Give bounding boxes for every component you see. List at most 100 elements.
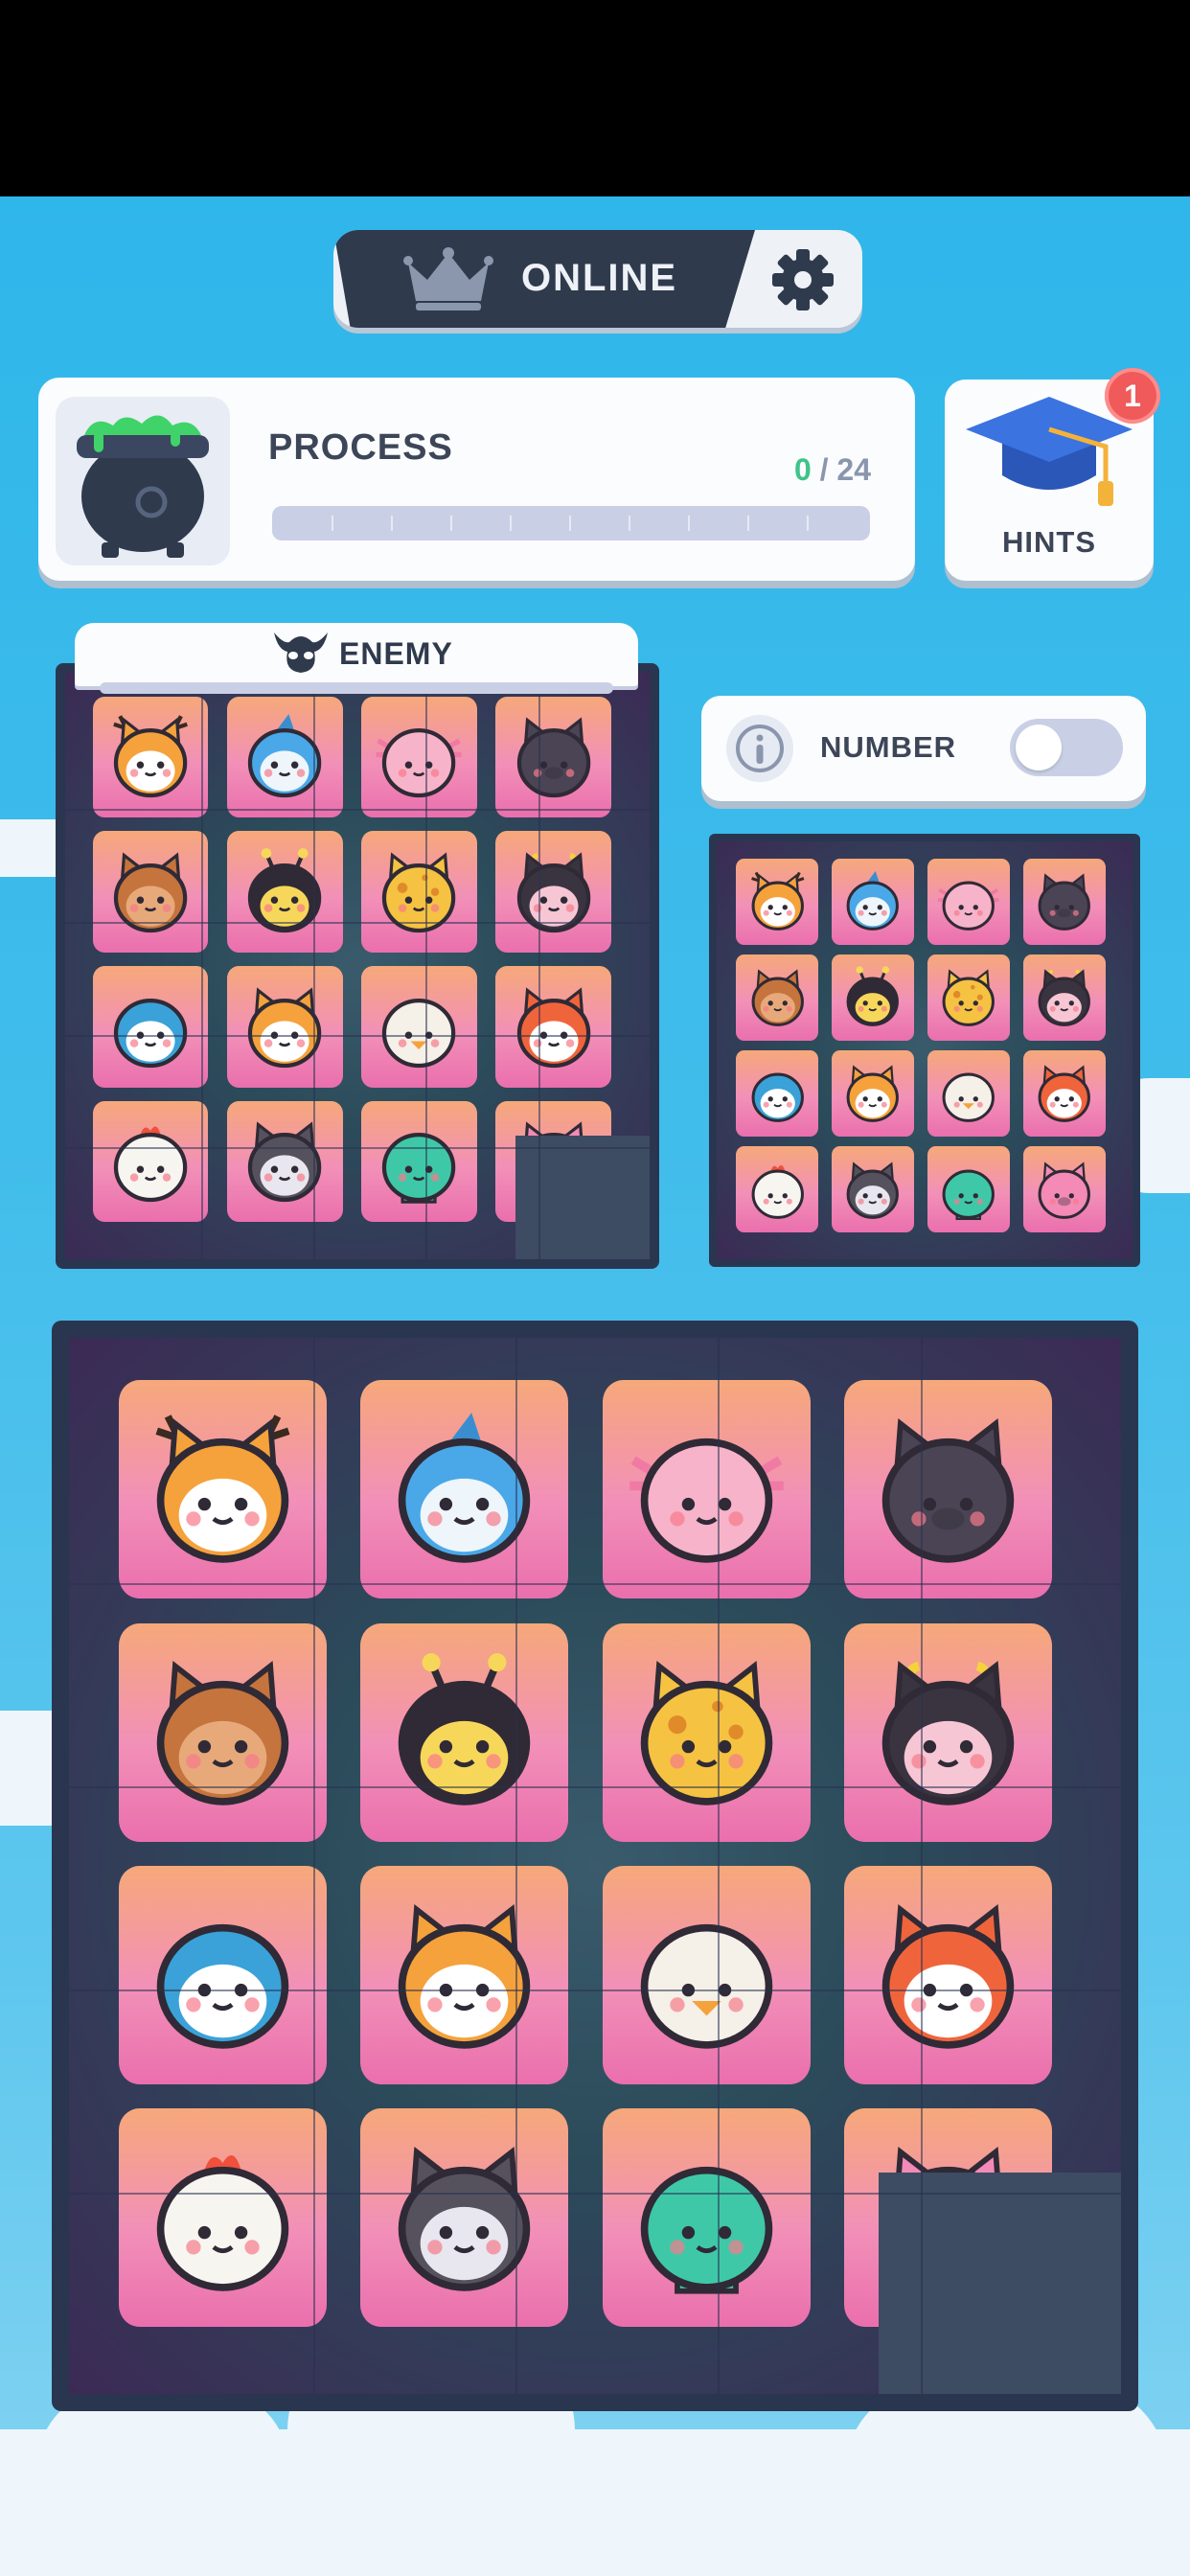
chick-icon — [932, 1055, 1005, 1131]
enemy-tile-bat-pig[interactable] — [495, 696, 612, 818]
chick-icon — [368, 974, 469, 1080]
bee-icon — [836, 959, 909, 1035]
grid-line — [69, 2192, 1121, 2195]
target-tile-cow[interactable] — [1022, 954, 1106, 1041]
progress-tick — [510, 516, 512, 531]
enemy-tile-fox[interactable] — [495, 966, 612, 1088]
crown-icon — [403, 247, 493, 310]
bear-icon — [742, 959, 814, 1035]
wolf-icon — [836, 1152, 909, 1228]
grid-line — [313, 1338, 316, 2394]
axolotl-icon — [615, 1393, 798, 1586]
enemy-tile-turtle[interactable] — [361, 1100, 477, 1223]
giraffe-icon — [932, 959, 1005, 1035]
demon-icon — [274, 632, 328, 673]
enemy-tile-cow[interactable] — [495, 831, 612, 953]
main-tile-wolf[interactable] — [360, 2108, 569, 2328]
main-tile-cow[interactable] — [843, 1622, 1053, 1842]
target-tile-bee[interactable] — [832, 954, 915, 1041]
bear-icon — [131, 1636, 314, 1828]
main-tile-deer[interactable] — [118, 1380, 327, 1599]
enemy-tile-shiba[interactable] — [226, 966, 343, 1088]
enemy-tile-wolf[interactable] — [226, 1100, 343, 1223]
toggle-knob — [1016, 724, 1062, 770]
enemy-tile-chicken[interactable] — [92, 1100, 209, 1223]
mode-label: ONLINE — [521, 257, 678, 299]
grid-line — [920, 1338, 923, 2394]
target-tile-chicken[interactable] — [736, 1146, 819, 1233]
main-tile-bee[interactable] — [360, 1622, 569, 1842]
main-tile-giraffe[interactable] — [602, 1622, 811, 1842]
enemy-tile-axolotl[interactable] — [361, 696, 477, 818]
enemy-tile-bear[interactable] — [92, 831, 209, 953]
target-tile-shark[interactable] — [832, 858, 915, 945]
target-tile-penguin[interactable] — [736, 1050, 819, 1138]
target-tile-deer[interactable] — [736, 858, 819, 945]
chicken-icon — [100, 1108, 201, 1214]
main-tile-shiba[interactable] — [360, 1866, 569, 2084]
target-tile-giraffe[interactable] — [927, 954, 1010, 1041]
turtle-icon — [615, 2122, 798, 2314]
deer-icon — [742, 863, 814, 939]
turtle-icon — [932, 1152, 1005, 1228]
main-tile-chick[interactable] — [602, 1866, 811, 2084]
main-tile-shark[interactable] — [360, 1380, 569, 1599]
main-tile-turtle[interactable] — [602, 2108, 811, 2328]
info-icon[interactable] — [726, 715, 793, 782]
shiba-icon — [234, 974, 335, 1080]
target-tile-axolotl[interactable] — [927, 858, 1010, 945]
grid-line — [718, 1338, 721, 2394]
target-tile-bat-pig[interactable] — [1022, 858, 1106, 945]
grid-line — [65, 809, 650, 812]
grid-line — [69, 1785, 1121, 1788]
target-tile-fox[interactable] — [1022, 1050, 1106, 1138]
enemy-empty-slot — [515, 1136, 650, 1259]
progress-tick — [629, 516, 630, 531]
target-tile-wolf[interactable] — [832, 1146, 915, 1233]
mode-pill-dark: ONLINE — [333, 230, 755, 328]
enemy-tile-giraffe[interactable] — [361, 831, 477, 953]
progress-tick — [569, 516, 571, 531]
enemy-tile-bee[interactable] — [226, 831, 343, 953]
target-tile-pig[interactable] — [1022, 1146, 1106, 1233]
enemy-tile-shark[interactable] — [226, 696, 343, 818]
shark-icon — [373, 1393, 556, 1586]
pig-icon — [1028, 1152, 1101, 1228]
mode-pill: ONLINE — [333, 230, 862, 328]
bat-pig-icon — [857, 1393, 1040, 1586]
main-tile-penguin[interactable] — [118, 1866, 327, 2084]
target-tile-shiba[interactable] — [832, 1050, 915, 1138]
main-board-inner — [69, 1338, 1121, 2394]
cow-icon — [503, 839, 605, 945]
number-toggle-switch[interactable] — [1010, 719, 1123, 776]
main-tile-fox[interactable] — [843, 1866, 1053, 2084]
giraffe-icon — [368, 839, 469, 945]
process-progress-bar — [272, 506, 870, 540]
status-bar — [0, 0, 1190, 196]
axolotl-icon — [368, 703, 469, 810]
shark-icon — [234, 703, 335, 810]
grid-line — [65, 1034, 650, 1037]
main-tile-axolotl[interactable] — [602, 1380, 811, 1599]
main-tile-bat-pig[interactable] — [843, 1380, 1053, 1599]
gear-icon[interactable] — [765, 242, 841, 318]
giraffe-icon — [615, 1636, 798, 1828]
bear-icon — [100, 839, 201, 945]
process-total: 24 — [836, 452, 871, 487]
enemy-tile-penguin[interactable] — [92, 966, 209, 1088]
number-label: NUMBER — [820, 730, 957, 764]
target-tile-bear[interactable] — [736, 954, 819, 1041]
enemy-tile-chick[interactable] — [361, 966, 477, 1088]
bee-icon — [234, 839, 335, 945]
target-tile-turtle[interactable] — [927, 1146, 1010, 1233]
axolotl-icon — [932, 863, 1005, 939]
enemy-tile-deer[interactable] — [92, 696, 209, 818]
fox-icon — [503, 974, 605, 1080]
main-tile-bear[interactable] — [118, 1622, 327, 1842]
grid-line — [313, 673, 315, 1259]
progress-tick — [747, 516, 749, 531]
main-tile-chicken[interactable] — [118, 2108, 327, 2328]
hints-label: HINTS — [1002, 525, 1096, 559]
target-tile-chick[interactable] — [927, 1050, 1010, 1138]
progress-tick — [807, 516, 809, 531]
